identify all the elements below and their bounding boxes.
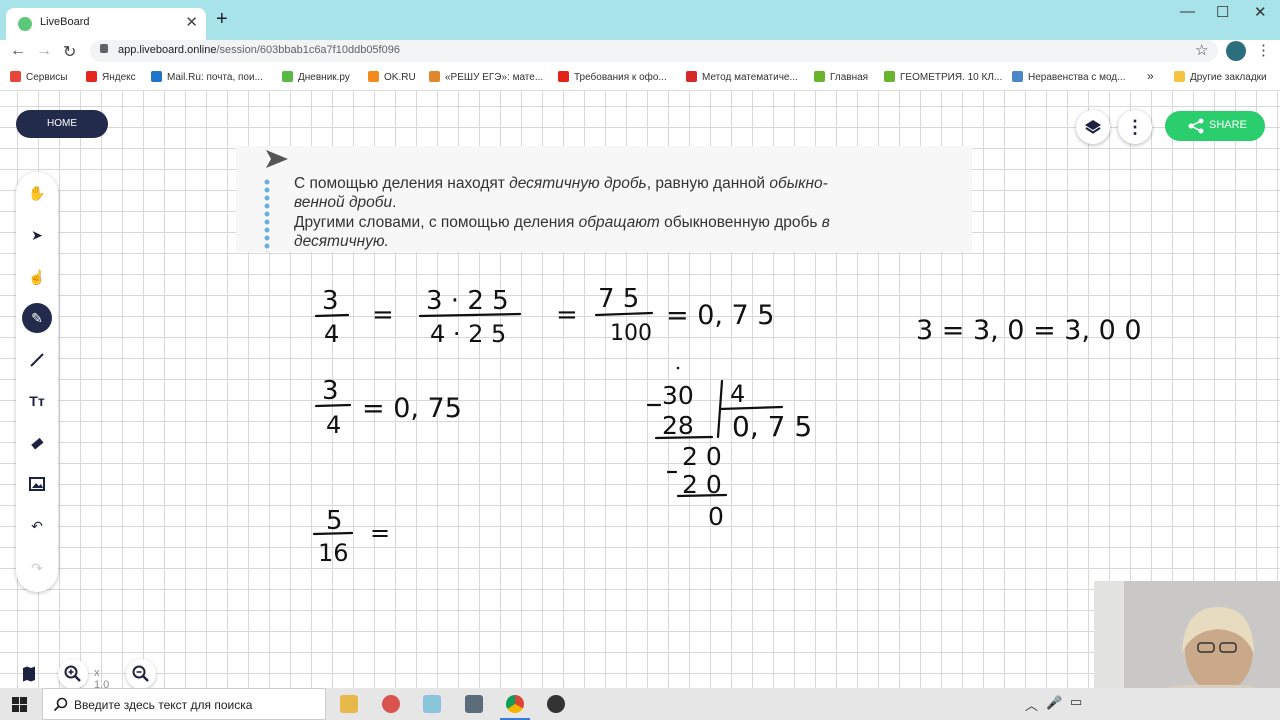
eq1-numerator: 3 [322, 286, 339, 316]
bookmark-item[interactable]: Неравенства с мод... [1012, 71, 1125, 83]
division-divisor: 4 [730, 380, 745, 408]
bookmark-item[interactable]: Сервисы [10, 71, 67, 83]
windows-start-icon[interactable] [12, 697, 27, 712]
bookmark-item[interactable]: OK.RU [368, 71, 416, 83]
notepad-app-icon[interactable] [423, 695, 441, 713]
window-close-icon[interactable]: ✕ [1254, 3, 1267, 21]
division-quotient: 0, 7 5 [732, 410, 812, 443]
browser-navbar: ← → ↻ app.liveboard.online/session/603bb… [0, 40, 1280, 64]
url-text: app.liveboard.online/session/603bbab1c6a… [118, 44, 400, 56]
reshu-ege-icon [429, 71, 440, 82]
calculator-icon[interactable] [465, 695, 483, 713]
mailru-icon [151, 71, 162, 82]
page-icon [1012, 71, 1023, 82]
youtube-icon [558, 71, 569, 82]
liveboard-favicon-icon [18, 17, 32, 31]
zoom-in-icon[interactable] [58, 659, 88, 689]
eq3-denominator: 16 [318, 539, 349, 567]
eq1-num3: 7 5 [598, 284, 639, 314]
eq1-result: = 0, 7 5 [666, 300, 775, 331]
eq1-equals-1: = [372, 300, 394, 330]
bookmark-folder[interactable]: Другие закладки [1174, 71, 1267, 83]
bookmark-item[interactable]: Главная [814, 71, 868, 83]
checkmark-icon [686, 71, 697, 82]
eq1-equals-2: = [556, 300, 578, 330]
search-placeholder: Введите здесь текст для поиска [74, 698, 253, 712]
bookmark-item[interactable]: Дневник.ру [282, 71, 350, 83]
map-icon[interactable] [14, 659, 44, 689]
handwriting-layer: 3 4 = 3 · 2 5 4 · 2 5 = 7 5 100 = 0, 7 5… [312, 284, 1142, 567]
back-icon[interactable]: ← [10, 42, 26, 60]
paint-app-icon[interactable] [382, 695, 400, 713]
yandex-icon [86, 71, 97, 82]
bookmarks-bar: Сервисы Яндекс Mail.Ru: почта, пои... Дн… [0, 66, 1280, 91]
new-tab-icon[interactable]: + [216, 8, 228, 31]
division-sub1: 28 [662, 411, 694, 440]
browser-tab-strip: LiveBoard ✕ + — ☐ ✕ [0, 0, 1280, 40]
maximize-icon[interactable]: ☐ [1216, 3, 1229, 21]
division-dot [676, 366, 680, 370]
bookmark-item[interactable]: Требования к офо... [558, 71, 667, 83]
eq1-den3: 100 [610, 321, 652, 346]
eq1-num2: 3 · 2 5 [426, 286, 509, 316]
division-rem2: 0 [708, 502, 724, 531]
eq3-numerator: 5 [326, 506, 343, 536]
file-explorer-icon[interactable] [340, 695, 358, 713]
division-rem1: 2 0 [682, 442, 722, 471]
bookmark-item[interactable]: Яндекс [86, 71, 136, 83]
eq2-numerator: 3 [322, 376, 339, 406]
bookmark-item[interactable]: ГЕОМЕТРИЯ. 10 КЛ... [884, 71, 1002, 83]
eq2-denominator: 4 [326, 411, 341, 439]
tray-chevron-icon[interactable]: ︿ [1025, 695, 1038, 714]
more-bookmarks[interactable]: » [1147, 69, 1154, 83]
bookmark-item[interactable]: «РЕШУ ЕГЭ»: мате... [429, 71, 543, 83]
browser-menu-icon[interactable]: ⋮ [1256, 41, 1271, 59]
green-square-icon [814, 71, 825, 82]
network-icon[interactable]: ▭ [1070, 694, 1082, 710]
bookmark-item[interactable]: Mail.Ru: почта, пои... [151, 71, 263, 83]
eq2-result: = 0, 75 [362, 393, 462, 424]
minimize-icon[interactable]: — [1180, 3, 1195, 20]
bookmark-star-icon[interactable]: ☆ [1195, 41, 1208, 59]
zoom-out-icon[interactable] [126, 659, 156, 689]
eq1-denominator: 4 [324, 320, 339, 348]
apps-grid-icon [10, 71, 21, 82]
obs-app-icon[interactable] [547, 695, 565, 713]
eq3-equals: = [370, 519, 390, 547]
reload-icon[interactable]: ↻ [63, 42, 76, 62]
close-tab-icon[interactable]: ✕ [185, 13, 198, 31]
eq4: 3 = 3, 0 = 3, 0 0 [916, 315, 1142, 346]
eq1-fraction-bar [314, 313, 350, 318]
microphone-icon[interactable]: 🎤 [1046, 695, 1062, 711]
division-underline-2 [676, 493, 728, 498]
eq2-fraction-bar [314, 403, 352, 408]
bookmark-item[interactable]: Метод математиче... [686, 71, 798, 83]
browser-tab[interactable]: LiveBoard ✕ [6, 8, 206, 40]
address-bar[interactable]: app.liveboard.online/session/603bbab1c6a… [90, 40, 1218, 62]
eq3-fraction-bar [312, 531, 354, 536]
dnevnik-icon [282, 71, 293, 82]
division-underline-1 [654, 435, 714, 440]
ok-icon [368, 71, 379, 82]
lock-icon [100, 44, 108, 53]
forward-icon[interactable]: → [36, 42, 52, 60]
windows-taskbar: Введите здесь текст для поиска ︿ 🎤 ▭ [0, 688, 1280, 720]
folder-icon [1174, 71, 1185, 82]
eq1-den2: 4 · 2 5 [430, 320, 506, 348]
tab-title: LiveBoard [40, 16, 90, 28]
green-square-icon [884, 71, 895, 82]
whiteboard-canvas[interactable]: HOME ✋ ➤ ☝ ✎ Tт ↶ ↷ ⋮ SHARE С помощью де… [0, 91, 1280, 691]
chrome-icon[interactable] [506, 695, 524, 713]
division-dividend: 30 [662, 381, 694, 410]
taskbar-search-box[interactable]: Введите здесь текст для поиска [42, 688, 326, 720]
search-icon [53, 697, 68, 712]
profile-avatar[interactable] [1226, 41, 1246, 61]
